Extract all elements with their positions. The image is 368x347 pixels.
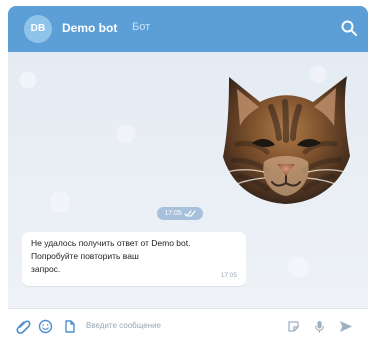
mic-icon[interactable] — [312, 319, 327, 334]
emoji-icon[interactable] — [38, 319, 53, 334]
bot-message-bubble: Не удалось получить ответ от Demo bot. П… — [22, 232, 246, 286]
chat-frame: DB Demo bot Бот 17:05 Не удалось получит… — [8, 6, 368, 342]
message-time: 17:05 — [220, 272, 237, 279]
message-area: 17:05 Не удалось получить ответ от Demo … — [8, 52, 368, 308]
chat-subtitle: Бот — [132, 21, 151, 33]
message-composer: Введите сообщение — [8, 308, 368, 342]
sticker-time: 17:05 — [164, 210, 182, 217]
message-line-2: Попробуйте повторить ваш — [31, 251, 139, 261]
sticker-time-badge: 17:05 — [157, 207, 203, 220]
sticker-icon[interactable] — [286, 319, 301, 334]
chat-title[interactable]: Demo bot — [62, 21, 117, 35]
message-line-1: Не удалось получить ответ от Demo bot. — [31, 238, 191, 248]
bot-avatar[interactable]: DB — [24, 15, 52, 43]
message-input[interactable]: Введите сообщение — [86, 320, 266, 332]
file-icon[interactable] — [62, 319, 77, 334]
telegram-chat-window: DB Demo bot Бот 17:05 Не удалось получит… — [0, 0, 368, 347]
bot-message-text: Не удалось получить ответ от Demo bot. П… — [31, 237, 243, 276]
cat-sticker[interactable] — [217, 68, 355, 206]
search-icon[interactable] — [340, 19, 358, 37]
message-line-3: запрос. — [31, 264, 61, 274]
send-icon[interactable] — [338, 319, 353, 334]
double-check-icon — [184, 209, 196, 217]
paperclip-icon[interactable] — [16, 319, 31, 334]
chat-header: DB Demo bot Бот — [8, 6, 368, 52]
